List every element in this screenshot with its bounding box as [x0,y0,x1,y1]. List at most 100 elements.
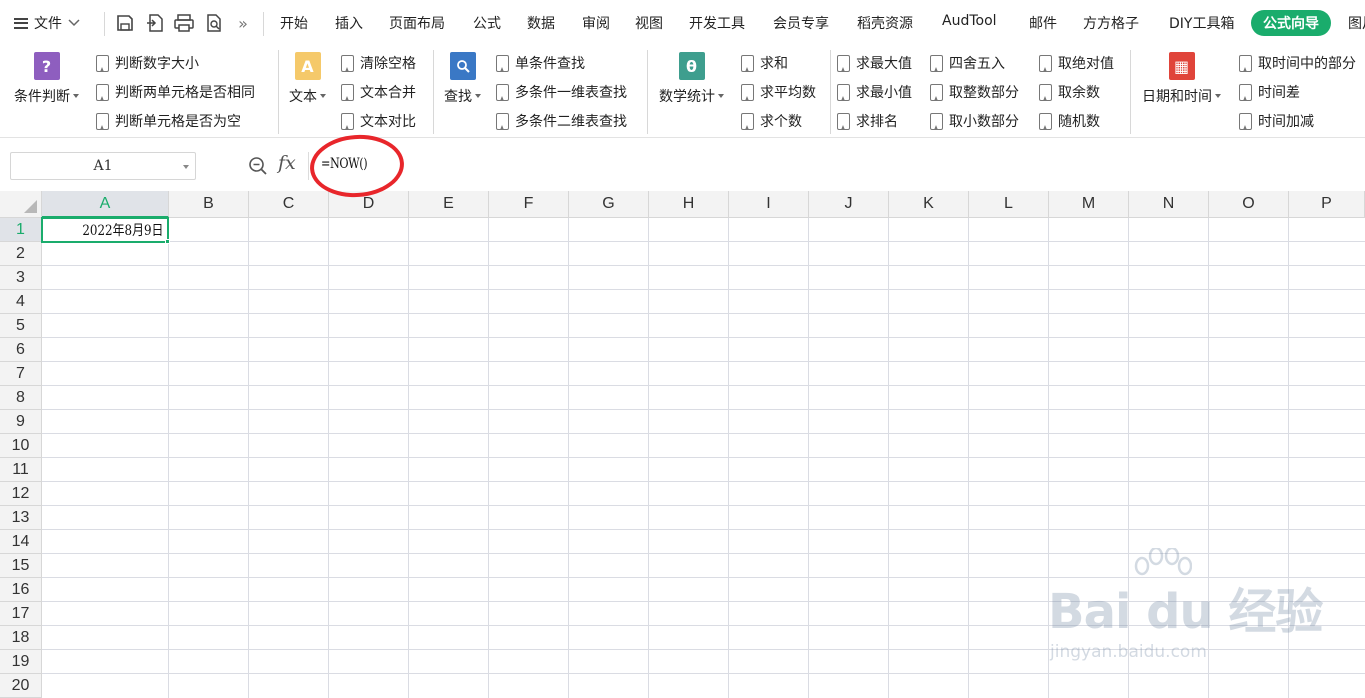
fill-handle[interactable] [165,239,170,244]
tab-review[interactable]: 审阅 [582,13,610,33]
tab-docer[interactable]: 稻壳资源 [857,13,913,33]
row-header[interactable]: 4 [0,290,42,314]
cell-a1[interactable]: 2022年8月9日 [41,217,169,243]
tab-formula-wizard[interactable]: 公式向导 [1251,10,1331,36]
tab-home[interactable]: 开始 [280,13,308,33]
ribbon-item[interactable]: 单条件查找 [496,52,585,74]
row-header[interactable]: 8 [0,386,42,410]
print-preview-icon[interactable] [201,10,227,36]
ribbon-item[interactable]: 取时间中的部分 [1239,52,1356,74]
ribbon-item[interactable]: 清除空格 [341,52,416,74]
column-header[interactable]: B [169,191,249,218]
tab-mail[interactable]: 邮件 [1029,13,1057,33]
ribbon-item[interactable]: 多条件一维表查找 [496,81,627,103]
ribbon-item[interactable]: 取小数部分 [930,110,1019,132]
row-header[interactable]: 1 [0,218,42,242]
condition-button[interactable]: ? 条件判断 [14,52,79,106]
tab-formulas[interactable]: 公式 [473,13,501,33]
file-menu[interactable]: 文件 [14,10,80,36]
row-header[interactable]: 15 [0,554,42,578]
ribbon-item[interactable]: 时间加减 [1239,110,1314,132]
insert-function-icon[interactable]: fx [278,152,296,174]
ribbon-item[interactable]: 求个数 [741,110,802,132]
lookup-button[interactable]: 查找 [444,52,481,106]
ribbon-item[interactable]: 取绝对值 [1039,52,1114,74]
formula-input[interactable]: =NOW() [321,156,368,172]
column-header[interactable]: N [1129,191,1209,218]
tab-fangfang[interactable]: 方方格子 [1083,13,1139,33]
ribbon-item[interactable]: 四舍五入 [930,52,1005,74]
column-header[interactable]: L [969,191,1049,218]
row-header[interactable]: 11 [0,458,42,482]
tab-picture[interactable]: 图片 [1348,13,1365,33]
ribbon-item[interactable]: 求最大值 [837,52,912,74]
ribbon-item[interactable]: 求排名 [837,110,898,132]
row-header[interactable]: 2 [0,242,42,266]
ribbon-item[interactable]: 文本合并 [341,81,416,103]
column-header[interactable]: A [42,191,169,218]
column-header[interactable]: E [409,191,489,218]
column-header[interactable]: M [1049,191,1129,218]
zoom-icon[interactable] [248,156,268,176]
chevron-down-icon[interactable] [183,165,189,169]
row-header[interactable]: 9 [0,410,42,434]
row-header[interactable]: 20 [0,674,42,698]
text-button[interactable]: A 文本 [289,52,326,106]
column-header[interactable]: O [1209,191,1289,218]
column-header[interactable]: I [729,191,809,218]
column-header[interactable]: K [889,191,969,218]
date-time-button[interactable]: ▦ 日期和时间 [1142,52,1221,106]
row-header[interactable]: 3 [0,266,42,290]
row-header[interactable]: 18 [0,626,42,650]
tab-member[interactable]: 会员专享 [773,13,829,33]
ribbon-item[interactable]: 求平均数 [741,81,816,103]
row-header[interactable]: 19 [0,650,42,674]
ribbon-item[interactable]: 判断数字大小 [96,52,199,74]
row-header[interactable]: 12 [0,482,42,506]
column-header[interactable]: J [809,191,889,218]
ribbon-item[interactable]: 多条件二维表查找 [496,110,627,132]
column-header[interactable]: C [249,191,329,218]
ribbon-item[interactable]: 文本对比 [341,110,416,132]
tab-view[interactable]: 视图 [635,13,663,33]
column-header[interactable]: P [1289,191,1365,218]
tab-diy-toolbox[interactable]: DIY工具箱 [1169,13,1234,33]
tab-insert[interactable]: 插入 [335,13,363,33]
ribbon-item[interactable]: 求最小值 [837,81,912,103]
math-stats-button[interactable]: θ 数学统计 [659,52,724,106]
column-header[interactable]: H [649,191,729,218]
row-header[interactable]: 5 [0,314,42,338]
ribbon-item[interactable]: 求和 [741,52,788,74]
ribbon-item[interactable]: 时间差 [1239,81,1300,103]
export-pdf-icon[interactable] [142,10,168,36]
row-header[interactable]: 17 [0,602,42,626]
column-header[interactable]: G [569,191,649,218]
ribbon-item[interactable]: 判断单元格是否为空 [96,110,241,132]
spreadsheet-grid[interactable]: A B C D E F G H I J K L M N O P 1 2 3 4 … [0,191,1365,698]
ribbon-item[interactable]: 取整数部分 [930,81,1019,103]
row-header[interactable]: 14 [0,530,42,554]
row-header[interactable]: 10 [0,434,42,458]
formula-bar: A1 fx =NOW() [0,138,1365,191]
row-header[interactable]: 16 [0,578,42,602]
tab-page-layout[interactable]: 页面布局 [389,13,445,33]
column-header[interactable]: F [489,191,569,218]
tab-developer[interactable]: 开发工具 [689,13,745,33]
tab-audtool[interactable]: AudTool [942,13,997,29]
ribbon-item[interactable]: 取余数 [1039,81,1100,103]
gridline [408,218,409,698]
ribbon-item[interactable]: 判断两单元格是否相同 [96,81,255,103]
ribbon-item[interactable]: 随机数 [1039,110,1100,132]
print-icon[interactable] [171,10,197,36]
row-header[interactable]: 7 [0,362,42,386]
name-box[interactable]: A1 [10,152,196,180]
tab-data[interactable]: 数据 [527,13,555,33]
bookmark-icon [96,54,109,72]
select-all-button[interactable] [0,191,42,218]
save-icon[interactable] [112,10,138,36]
column-header[interactable]: D [329,191,409,218]
row-header[interactable]: 6 [0,338,42,362]
chevron-down-icon [68,19,80,27]
more-tools-button[interactable]: » [230,10,256,36]
row-header[interactable]: 13 [0,506,42,530]
